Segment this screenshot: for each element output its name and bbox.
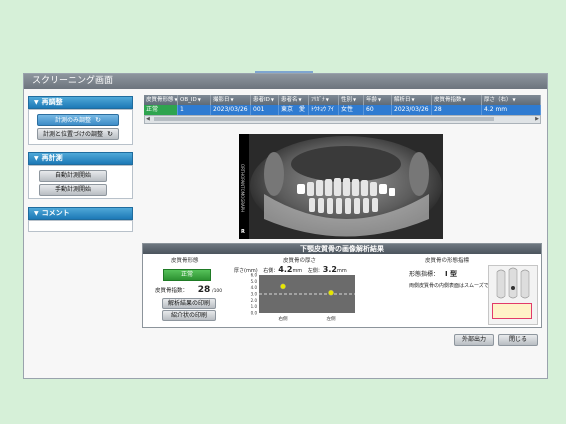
grade-value: I 型 — [444, 270, 457, 278]
readjust-panel: 計測のみ調整 ↻ 計測と位置づけの調整 ↻ — [28, 109, 133, 145]
table-cell: ﾄｳｷｮｳ ｱｲ — [309, 105, 339, 115]
table-cell: 2023/03/26 — [392, 105, 432, 115]
x-tick-label: 左側 — [327, 315, 336, 322]
readjust-header-label: 再調整 — [41, 98, 63, 106]
column-header[interactable]: ﾌﾘｶﾞﾅ▼ — [309, 95, 339, 105]
remeasure-header-label: 再計測 — [41, 154, 63, 162]
scroll-right-icon[interactable]: ▶ — [535, 116, 539, 123]
table-cell: 60 — [364, 105, 392, 115]
panoramic-xray-image[interactable]: ORTHOPANTOMOGRAPH R — [239, 134, 443, 239]
column-header[interactable]: 皮質骨形態▼ — [144, 95, 178, 105]
table-header-row: 皮質骨形態▼ OB_ID▼ 撮影日▼ 患者ID▼ 患者名▼ ﾌﾘｶﾞﾅ▼ 性別▼… — [144, 95, 541, 105]
y-tick-label: 3.0 — [251, 292, 258, 297]
refresh-icon: ↻ — [107, 130, 113, 138]
column-header[interactable]: 性別▼ — [339, 95, 364, 105]
index-label: 皮質骨指数： — [155, 288, 189, 294]
table-cell: 1 — [178, 105, 211, 115]
patient-table: 皮質骨形態▼ OB_ID▼ 撮影日▼ 患者ID▼ 患者名▼ ﾌﾘｶﾞﾅ▼ 性別▼… — [144, 95, 541, 124]
comment-panel[interactable] — [28, 220, 133, 232]
table-row[interactable]: 正常 1 2023/03/26 001 東京 愛 ﾄｳｷｮｳ ｱｲ 女性 60 … — [144, 105, 541, 115]
sort-icon: ▼ — [378, 97, 382, 102]
table-cell: 28 — [432, 105, 482, 115]
refresh-icon: ↻ — [95, 116, 101, 124]
auto-measure-button[interactable]: 自動計測開始 — [39, 170, 107, 182]
scrollbar-thumb[interactable] — [154, 117, 494, 121]
measure-only-label: 計測のみ調整 — [55, 117, 92, 124]
table-cell: 001 — [251, 105, 279, 115]
remeasure-header[interactable]: ▼ 再計測 — [28, 152, 133, 165]
remeasure-panel: 自動計測開始 手動計測開始 — [28, 165, 133, 199]
status-badge: 正常 — [163, 269, 211, 281]
comment-header[interactable]: ▼ コメント — [28, 207, 133, 220]
table-cell: 東京 愛 — [279, 105, 309, 115]
column-header[interactable]: 年齢▼ — [364, 95, 392, 105]
table-cell: 女性 — [339, 105, 364, 115]
shape-illustration — [488, 265, 538, 325]
horizontal-scrollbar[interactable]: ◀ ▶ — [144, 115, 541, 124]
sort-icon: ▼ — [230, 97, 234, 102]
y-tick-label: 6.0 — [251, 273, 258, 278]
column-header[interactable]: 患者名▼ — [279, 95, 309, 105]
comment-header-label: コメント — [41, 209, 70, 217]
shape-index-label: 皮質骨の形態指標 — [425, 258, 470, 264]
measure-position-label: 計測と位置づけの調整 — [43, 131, 104, 138]
thickness-chart: 6.05.04.0 3.02.01.0 0.0 右側 左側 — [251, 273, 355, 322]
measure-only-button[interactable]: 計測のみ調整 ↻ — [37, 114, 119, 126]
table-cell: 4.2 mm — [482, 105, 541, 115]
sort-icon: ▼ — [270, 97, 274, 102]
table-cell: 2023/03/26 — [211, 105, 251, 115]
collapse-arrow-icon: ▼ — [34, 210, 39, 217]
sort-icon: ▼ — [325, 97, 329, 102]
collapse-arrow-icon: ▼ — [34, 99, 39, 106]
sort-icon: ▼ — [298, 97, 302, 102]
measure-position-button[interactable]: 計測と位置づけの調整 ↻ — [37, 128, 119, 140]
sort-icon: ▼ — [512, 97, 516, 102]
data-point — [328, 289, 334, 296]
grade-row: 形態指標： I 型 — [409, 269, 457, 279]
close-button[interactable]: 閉じる — [498, 334, 538, 346]
index-max: /100 — [212, 289, 223, 294]
x-tick-label: 右側 — [279, 315, 288, 322]
collapse-arrow-icon: ▼ — [34, 155, 39, 162]
xray-side-text: ORTHOPANTOMOGRAPH — [240, 164, 245, 213]
sort-icon: ▼ — [462, 97, 466, 102]
table-cell: 正常 — [144, 105, 178, 115]
readjust-header[interactable]: ▼ 再調整 — [28, 96, 133, 109]
y-tick-label: 5.0 — [251, 279, 258, 284]
results-title: 下顎皮質骨の画像解析結果 — [143, 244, 541, 254]
index-row: 皮質骨指数： 28 /100 — [155, 285, 222, 295]
y-tick-label: 1.0 — [251, 304, 258, 309]
xray-drawing — [249, 134, 443, 239]
y-tick-label: 0.0 — [251, 311, 258, 316]
manual-measure-button[interactable]: 手動計測開始 — [39, 184, 107, 196]
column-header[interactable]: 患者ID▼ — [251, 95, 279, 105]
print-results-button[interactable]: 解析結果の印刷 — [162, 298, 216, 309]
analysis-results-panel: 下顎皮質骨の画像解析結果 皮質骨形態 正常 皮質骨指数： 28 /100 解析結… — [142, 243, 542, 328]
cortex-highlight-box — [492, 303, 532, 319]
column-header[interactable]: 皮質骨指数▼ — [432, 95, 482, 105]
column-header[interactable]: 撮影日▼ — [211, 95, 251, 105]
y-tick-label: 4.0 — [251, 285, 258, 290]
window-title: スクリーニング画面 — [24, 74, 547, 89]
data-point — [280, 283, 286, 290]
morphology-label: 皮質骨形態 — [171, 258, 199, 264]
screening-window: スクリーニング画面 ▼ 再調整 計測のみ調整 ↻ 計測と位置づけの調整 ↻ ▼ 再計測 … — [23, 73, 548, 379]
export-button[interactable]: 外部出力 — [454, 334, 494, 346]
xray-right-marker: R — [241, 229, 245, 235]
sort-icon: ▼ — [353, 97, 357, 102]
column-header[interactable]: 厚さ（右）▼ — [482, 95, 541, 105]
column-header[interactable]: OB_ID▼ — [178, 95, 211, 105]
scroll-left-icon[interactable]: ◀ — [146, 116, 150, 123]
thickness-label: 皮質骨の厚さ — [283, 258, 317, 264]
column-header[interactable]: 解析日▼ — [392, 95, 432, 105]
sort-icon: ▼ — [197, 97, 201, 102]
sort-icon: ▼ — [411, 97, 415, 102]
shape-description: 両側皮質骨の内側表面はスムーズです。 — [409, 283, 499, 289]
index-value: 28 — [197, 285, 211, 295]
grade-label: 形態指標： — [409, 271, 440, 278]
y-tick-label: 2.0 — [251, 298, 258, 303]
print-referral-button[interactable]: 紹介状の印刷 — [162, 310, 216, 321]
